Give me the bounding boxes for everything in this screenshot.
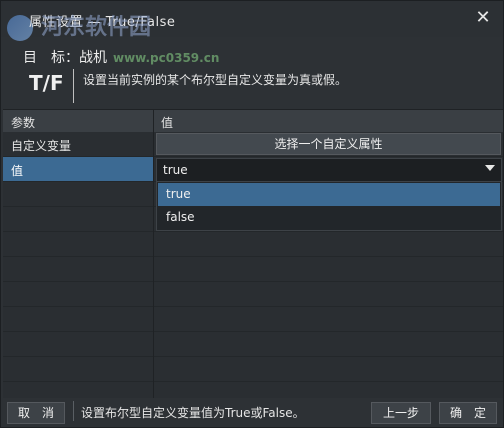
watermark-url: www.pc0359.cn xyxy=(113,51,220,65)
table-row xyxy=(3,307,503,332)
table-row xyxy=(3,282,503,307)
chevron-down-icon[interactable] xyxy=(485,165,495,171)
footer-bar: 取 消 设置布尔型自定义变量值为True或False。 上一步 确 定 xyxy=(1,399,503,427)
table-row xyxy=(3,257,503,282)
table-row xyxy=(3,332,503,357)
watermark-text: 河东软件园 xyxy=(41,14,152,40)
true-false-icon: T/F xyxy=(29,71,64,95)
property-grid: 参数 值 自定义变量 选择一个自定义属性 值 true xyxy=(3,109,503,398)
dropdown-option-true[interactable]: true xyxy=(158,183,500,206)
footer-hint: 设置布尔型自定义变量值为True或False。 xyxy=(81,406,305,420)
header-divider xyxy=(73,69,74,103)
selected-row-highlight xyxy=(3,157,153,181)
cancel-button[interactable]: 取 消 xyxy=(7,402,65,424)
ok-button[interactable]: 确 定 xyxy=(439,402,497,424)
param-label: 自定义变量 xyxy=(11,139,72,153)
choose-custom-property-button[interactable]: 选择一个自定义属性 xyxy=(156,133,501,155)
action-description: 设置当前实例的某个布尔型自定义变量为真或假。 xyxy=(83,73,348,87)
dropdown-option-false[interactable]: false xyxy=(158,206,500,229)
column-header-param: 参数 xyxy=(11,116,36,130)
grid-header: 参数 值 xyxy=(3,110,503,132)
title-bar: 属性设置 — True/False 河东软件园 ✕ xyxy=(1,1,503,41)
footer-divider xyxy=(73,401,74,421)
value-dropdown-list: true false xyxy=(156,181,502,231)
previous-step-button[interactable]: 上一步 xyxy=(371,402,431,424)
value-select[interactable]: true xyxy=(156,158,502,182)
table-row xyxy=(3,232,503,257)
dialog-window: 属性设置 — True/False 河东软件园 ✕ www.pc0359.cn … xyxy=(0,0,504,428)
column-header-value: 值 xyxy=(161,116,174,130)
select-current-value: true xyxy=(163,163,188,177)
column-divider xyxy=(153,110,154,398)
close-icon[interactable]: ✕ xyxy=(473,8,493,28)
table-row[interactable]: 自定义变量 选择一个自定义属性 xyxy=(3,132,503,157)
param-label: 值 xyxy=(11,164,24,178)
table-row xyxy=(3,357,503,382)
target-label: 目 标：战机 xyxy=(23,50,107,66)
